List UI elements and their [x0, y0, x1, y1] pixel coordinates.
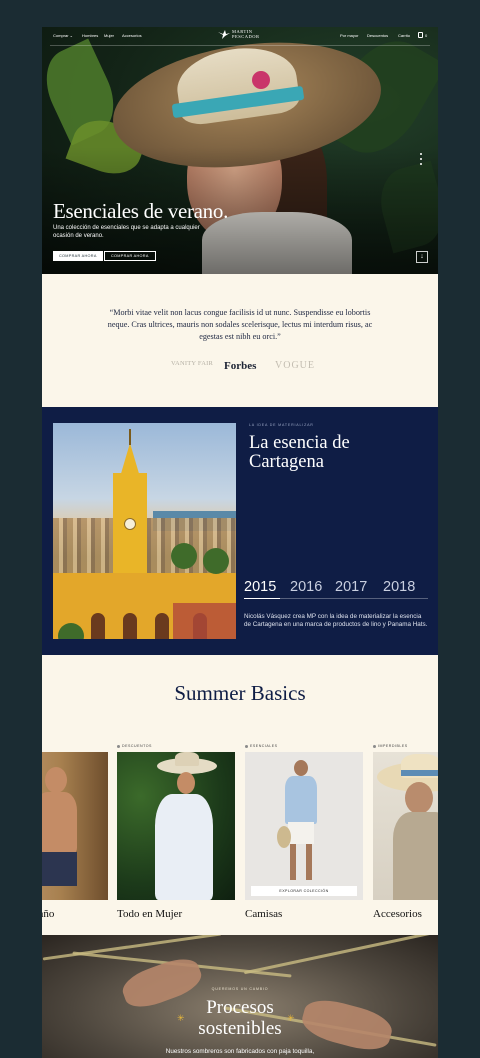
- procesos-title: Procesos sostenibles: [42, 997, 438, 1039]
- active-year-indicator: [244, 598, 280, 599]
- cartagena-title: La esencia de Cartagena: [249, 433, 350, 472]
- nav-item-carrito[interactable]: Carrito: [398, 33, 410, 38]
- nav-item-comprar[interactable]: Comprar ⌄: [53, 33, 73, 38]
- procesos-description: Nuestros sombreros son fabricados con pa…: [165, 1048, 315, 1055]
- sparkle-icon: ✳: [287, 1013, 295, 1023]
- shopping-bag-icon[interactable]: [418, 32, 423, 38]
- sustainable-processes-section: Queremos un cambio Procesos sostenibles …: [42, 935, 438, 1058]
- carousel-dot[interactable]: [420, 153, 422, 155]
- scroll-down-icon[interactable]: ↓: [416, 251, 428, 263]
- press-quote: “Morbi vitae velit non lacus congue faci…: [107, 308, 373, 341]
- clock-icon: [124, 518, 136, 530]
- carousel-dot[interactable]: [420, 163, 422, 165]
- press-quote-section: “Morbi vitae velit non lacus congue faci…: [42, 274, 438, 407]
- straw-decoration: [42, 935, 222, 961]
- explore-collection-button[interactable]: Explorar colección: [251, 886, 357, 896]
- category-tag: Esenciales: [245, 744, 278, 748]
- category-tag: Imperdibles: [373, 744, 408, 748]
- category-tag: Descuentos: [117, 744, 152, 748]
- sparkle-icon: ✳: [177, 1013, 185, 1023]
- nav-item-accesorios[interactable]: Accesorios: [122, 33, 142, 38]
- nav-item-por-mayor[interactable]: Por mayor: [340, 33, 358, 38]
- main-nav: Comprar ⌄ Hombres Mujer Accesorios MARTI…: [42, 27, 438, 45]
- nav-item-hombres[interactable]: Hombres: [82, 33, 98, 38]
- vogue-logo: VOGUE: [275, 360, 315, 371]
- vanity-fair-logo: VANITY FAIR: [171, 360, 213, 367]
- carousel-dots[interactable]: [420, 153, 423, 168]
- carousel-dot[interactable]: [420, 158, 422, 160]
- category-image[interactable]: [117, 752, 235, 900]
- timeline-years: 2015 2016 2017 2018: [244, 579, 428, 599]
- hero-section: Comprar ⌄ Hombres Mujer Accesorios MARTI…: [42, 27, 438, 274]
- nav-item-mujer[interactable]: Mujer: [104, 33, 114, 38]
- logo-text-line2: PESCADOR: [232, 33, 260, 39]
- shop-now-button[interactable]: Comprar ahora: [53, 251, 103, 261]
- hero-hat-flower: [252, 71, 270, 89]
- cartagena-section: La idea de materializar La esencia de Ca…: [42, 407, 438, 655]
- category-image[interactable]: [373, 752, 438, 900]
- year-tab-2016[interactable]: 2016: [290, 579, 322, 595]
- forbes-logo: Forbes: [224, 360, 257, 372]
- landing-page: Comprar ⌄ Hombres Mujer Accesorios MARTI…: [42, 27, 438, 1058]
- category-tag-text: Descuentos: [122, 744, 152, 748]
- cart-count-badge: 0: [425, 33, 428, 38]
- procesos-title-line1: Procesos: [206, 997, 274, 1018]
- category-tag-text: Imperdibles: [378, 744, 408, 748]
- summer-basics-section: Summer Basics Trajes de baño Descuentos …: [42, 655, 438, 935]
- summer-basics-title: Summer Basics: [174, 681, 306, 705]
- category-image[interactable]: [42, 752, 108, 900]
- nav-item-descuentos[interactable]: Descuentos: [367, 33, 388, 38]
- section-eyebrow: La idea de materializar: [249, 423, 314, 427]
- nav-divider: [50, 45, 430, 46]
- category-tag-text: Esenciales: [250, 744, 278, 748]
- year-tab-2017[interactable]: 2017: [335, 579, 367, 595]
- category-image[interactable]: Explorar colección: [245, 752, 363, 900]
- year-tab-2018[interactable]: 2018: [383, 579, 415, 595]
- shop-now-secondary-button[interactable]: Comprar ahora: [104, 251, 156, 261]
- section-eyebrow: Queremos un cambio: [211, 987, 269, 991]
- hero-title: Esenciales de verano.: [53, 199, 229, 223]
- category-label[interactable]: Todo en Mujer: [117, 908, 182, 920]
- brand-logo[interactable]: MARTIN PESCADOR: [218, 29, 260, 40]
- cartagena-description: Nicolás Vásquez crea MP con la idea de m…: [244, 613, 428, 628]
- procesos-title-line2: sostenibles: [198, 1018, 282, 1039]
- press-logos: VANITY FAIR Forbes VOGUE: [42, 360, 438, 372]
- straw-decoration: [243, 935, 437, 975]
- hero-subtitle: Una colección de esenciales que se adapt…: [53, 225, 200, 239]
- category-label[interactable]: Camisas: [245, 908, 282, 920]
- category-label[interactable]: Accesorios: [373, 908, 422, 920]
- bird-logo-icon: [218, 30, 230, 40]
- cartagena-clock-tower-photo: [53, 423, 236, 639]
- category-label[interactable]: Trajes de baño: [42, 908, 54, 920]
- year-tab-2015[interactable]: 2015: [244, 579, 276, 595]
